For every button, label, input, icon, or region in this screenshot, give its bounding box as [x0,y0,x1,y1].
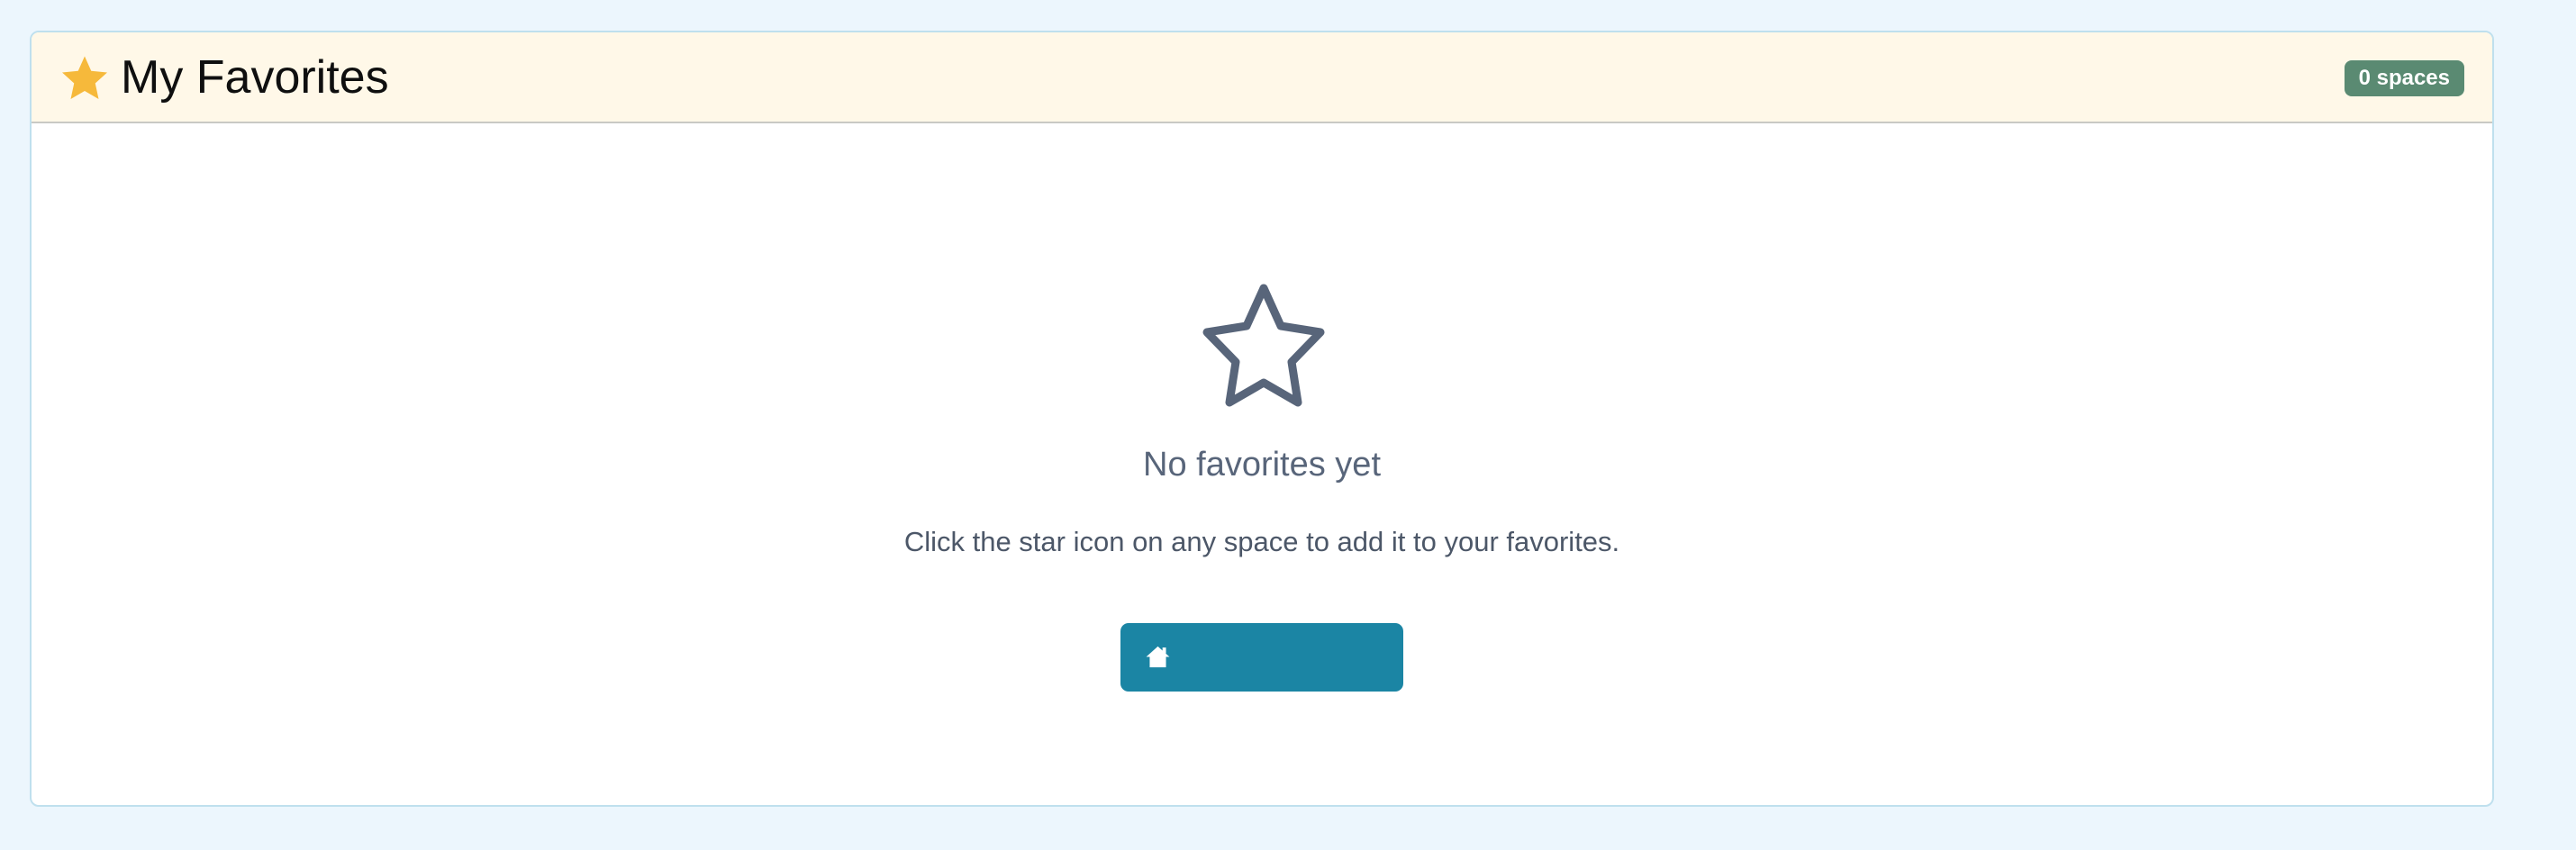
home-icon [1146,646,1170,668]
empty-state: No favorites yet Click the star icon on … [32,123,2492,805]
page-title: My Favorites [121,51,389,104]
favorites-header: My Favorites 0 spaces [32,32,2492,123]
star-icon [62,56,107,99]
star-outline-icon [1202,284,1325,407]
browse-spaces-button[interactable] [1120,623,1403,692]
favorites-card: My Favorites 0 spaces No favorites yet C… [30,31,2494,807]
empty-state-title: No favorites yet [1143,446,1381,484]
space-count-badge: 0 spaces [2344,60,2464,96]
empty-state-message: Click the star icon on any space to add … [903,526,1620,557]
